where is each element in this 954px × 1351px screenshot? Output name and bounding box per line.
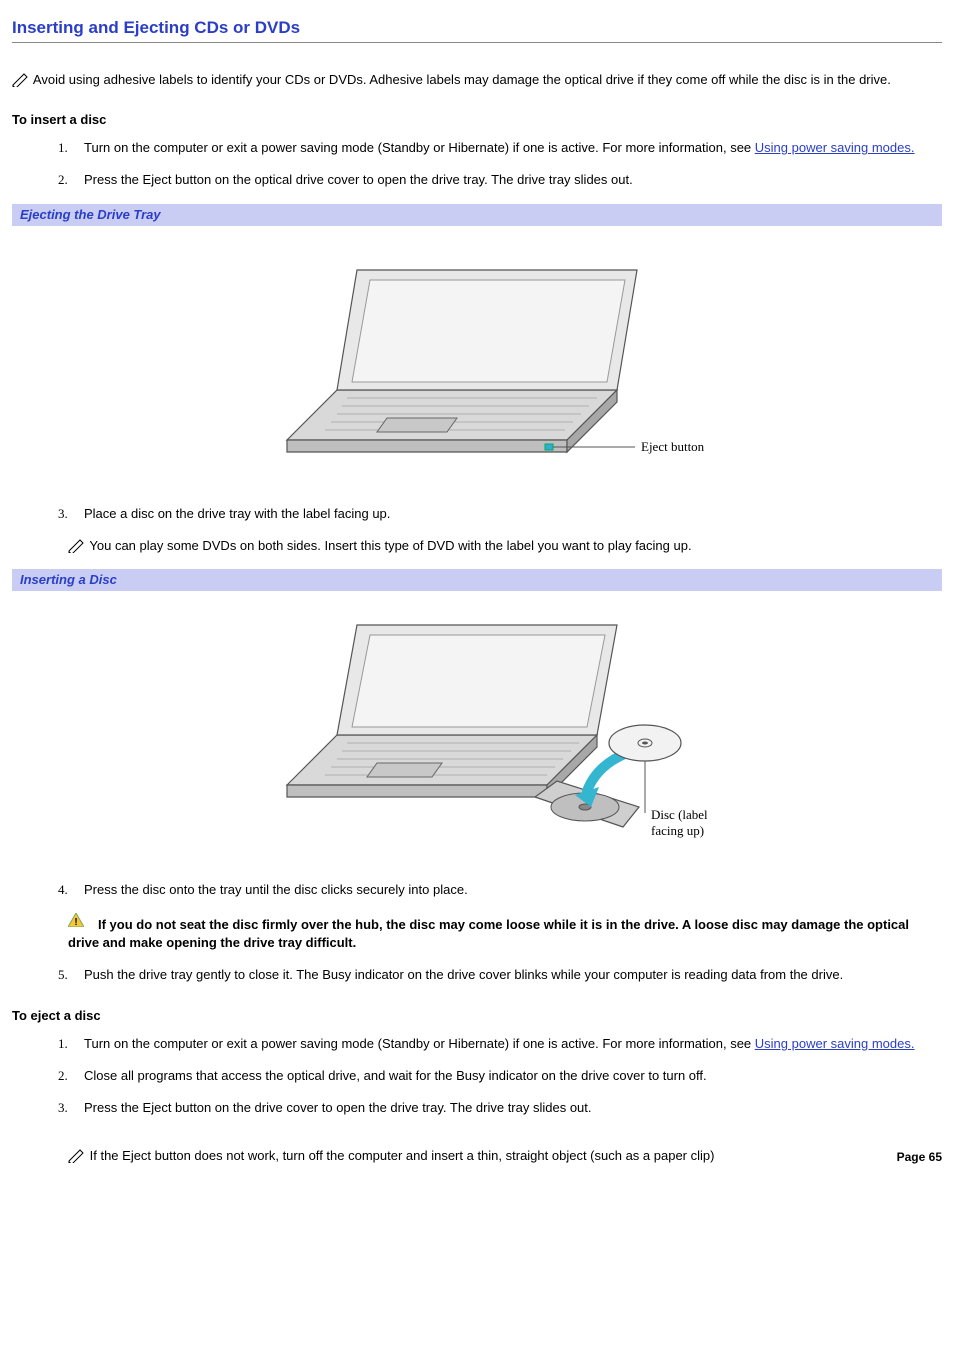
step4-warning-text: If you do not seat the disc firmly over …: [68, 917, 909, 950]
step-text: Turn on the computer or exit a power sav…: [84, 140, 755, 155]
insert-step-5: 5. Push the drive tray gently to close i…: [12, 966, 942, 984]
step-number: 4.: [58, 881, 68, 899]
step-text: Turn on the computer or exit a power sav…: [84, 1036, 755, 1051]
figure2-label-line2: facing up): [651, 823, 704, 838]
step-number: 1.: [58, 1035, 68, 1053]
step-number: 1.: [58, 139, 68, 157]
step-number: 5.: [58, 966, 68, 984]
eject-step-3: 3. Press the Eject button on the drive c…: [12, 1099, 942, 1117]
note-pencil-icon: [12, 73, 30, 87]
insert-step-4: 4. Press the disc onto the tray until th…: [12, 881, 942, 899]
insert-step-2: 2. Press the Eject button on the optical…: [12, 171, 942, 189]
note-pencil-icon: [68, 1149, 86, 1163]
eject-step-2: 2. Close all programs that access the op…: [12, 1067, 942, 1085]
step3-note-text: You can play some DVDs on both sides. In…: [89, 538, 691, 553]
step-text: Press the Eject button on the optical dr…: [84, 172, 633, 187]
top-note-block: Avoid using adhesive labels to identify …: [12, 71, 942, 89]
eject-note-text: If the Eject button does not work, turn …: [90, 1148, 715, 1163]
insert-steps: 1. Turn on the computer or exit a power …: [12, 139, 942, 189]
warning-triangle-icon: !: [68, 913, 84, 932]
eject-steps: 1. Turn on the computer or exit a power …: [12, 1035, 942, 1118]
insert-steps-cont: 3. Place a disc on the drive tray with t…: [12, 505, 942, 523]
svg-text:!: !: [74, 917, 77, 927]
power-saving-link[interactable]: Using power saving modes.: [755, 140, 915, 155]
step-number: 2.: [58, 171, 68, 189]
figure2-caption: Inserting a Disc: [12, 569, 942, 591]
eject-heading: To eject a disc: [12, 1007, 942, 1025]
page-number: Page 65: [897, 1149, 942, 1166]
step-number: 3.: [58, 1099, 68, 1117]
page-footer: If the Eject button does not work, turn …: [12, 1147, 942, 1165]
step-text: Push the drive tray gently to close it. …: [84, 967, 843, 982]
power-saving-link-2[interactable]: Using power saving modes.: [755, 1036, 915, 1051]
insert-heading: To insert a disc: [12, 111, 942, 129]
page-title: Inserting and Ejecting CDs or DVDs: [12, 16, 942, 43]
insert-step-3: 3. Place a disc on the drive tray with t…: [12, 505, 942, 523]
figure1-label: Eject button: [641, 439, 705, 454]
figure-insert-disc: Disc (label facing up): [12, 591, 942, 880]
step-text: Place a disc on the drive tray with the …: [84, 506, 390, 521]
insert-steps-cont3: 5. Push the drive tray gently to close i…: [12, 966, 942, 984]
top-note-text: Avoid using adhesive labels to identify …: [33, 72, 891, 87]
insert-steps-cont2: 4. Press the disc onto the tray until th…: [12, 881, 942, 899]
step-text: Close all programs that access the optic…: [84, 1068, 707, 1083]
insert-step-1: 1. Turn on the computer or exit a power …: [12, 139, 942, 157]
eject-note: If the Eject button does not work, turn …: [68, 1147, 942, 1165]
figure2-label-line1: Disc (label: [651, 807, 707, 822]
step-number: 3.: [58, 505, 68, 523]
figure-eject-tray: Eject button: [12, 226, 942, 505]
step-text: Press the Eject button on the drive cove…: [84, 1100, 592, 1115]
figure1-caption: Ejecting the Drive Tray: [12, 204, 942, 226]
step-number: 2.: [58, 1067, 68, 1085]
eject-step-1: 1. Turn on the computer or exit a power …: [12, 1035, 942, 1053]
step3-note: You can play some DVDs on both sides. In…: [68, 537, 942, 555]
step-text: Press the disc onto the tray until the d…: [84, 882, 468, 897]
note-pencil-icon: [68, 539, 86, 553]
step4-warning: ! If you do not seat the disc firmly ove…: [68, 913, 942, 953]
